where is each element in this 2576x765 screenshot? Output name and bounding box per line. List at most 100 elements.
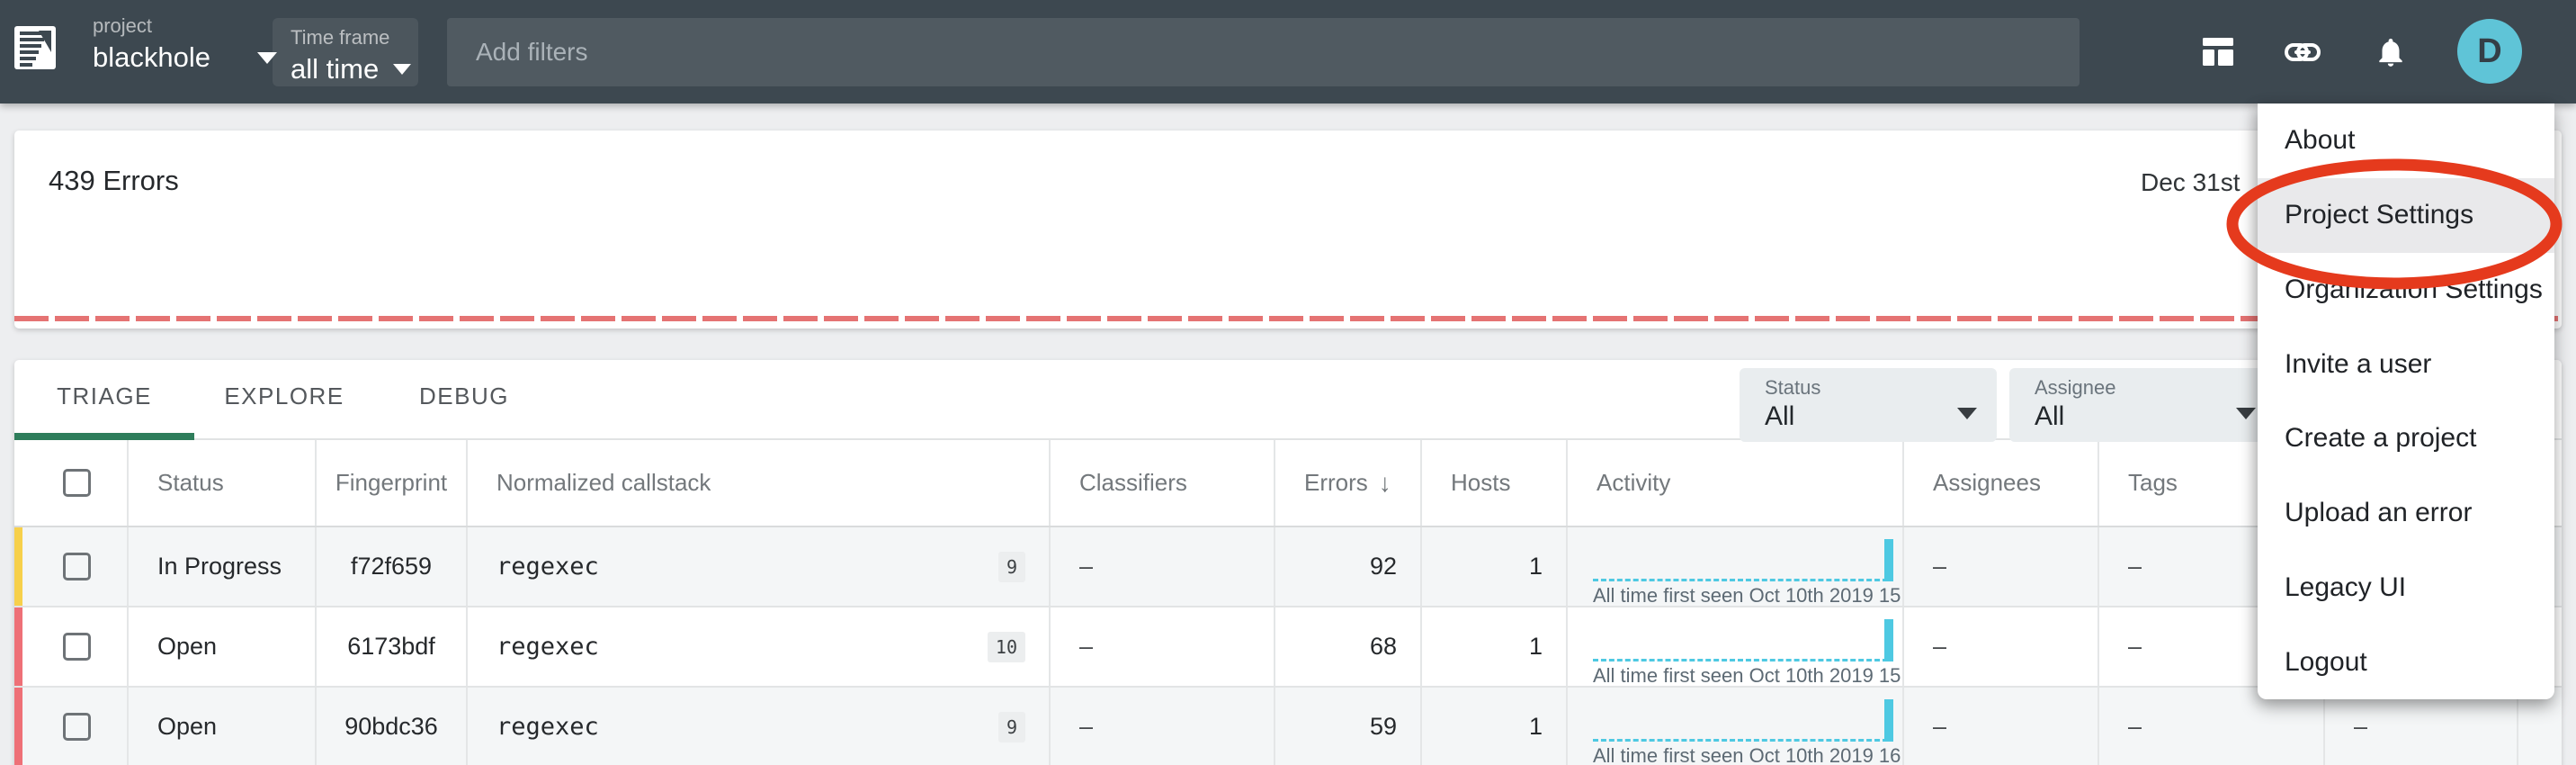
classifiers-cell: – (1051, 608, 1275, 686)
top-app-bar: project blackhole Time frame all time (0, 0, 2576, 104)
avatar-initial: D (2477, 32, 2501, 71)
fingerprint-cell[interactable]: 6173bdf (317, 608, 468, 686)
tab-explore[interactable]: EXPLORE (194, 360, 374, 433)
frames-count-badge: 9 (998, 552, 1025, 582)
activity-sparkline (1593, 739, 1888, 742)
notifications-button[interactable] (2374, 33, 2408, 76)
activity-cell: All time first seen Oct 10th 2019 16:08 (1568, 688, 1904, 765)
first-seen-caption: All time first seen Oct 10th 2019 16:08 (1593, 744, 1904, 765)
tab-triage[interactable]: TRIAGE (14, 360, 194, 433)
add-filters-input[interactable] (447, 18, 2080, 86)
assignees-cell: – (1904, 688, 2099, 765)
status-cell: Open (129, 688, 317, 765)
errors-timeline-chart (14, 314, 2562, 323)
header-checkbox-cell (14, 440, 129, 526)
status-color-stripe (14, 688, 22, 765)
account-menu: About Project Settings Organization Sett… (2258, 104, 2554, 699)
row-checkbox[interactable] (63, 713, 91, 741)
column-header-assignees[interactable]: Assignees (1904, 440, 2099, 526)
sort-descending-icon: ↓ (1379, 469, 1391, 498)
user-avatar[interactable]: D (2457, 19, 2522, 84)
callstack-cell[interactable]: regexec 9 (468, 527, 1051, 606)
select-all-checkbox[interactable] (63, 469, 91, 497)
status-color-stripe (14, 608, 22, 686)
column-header-hosts[interactable]: Hosts (1422, 440, 1568, 526)
activity-spike-bar (1884, 539, 1893, 581)
status-filter-value: All (1765, 401, 1794, 432)
menu-item-organization-settings[interactable]: Organization Settings (2258, 253, 2554, 328)
bell-icon (2374, 33, 2408, 71)
triage-card: TRIAGE EXPLORE DEBUG Status All Assignee… (14, 360, 2562, 765)
menu-item-upload-an-error[interactable]: Upload an error (2258, 476, 2554, 551)
row-select-cell (14, 527, 129, 606)
status-filter-label: Status (1765, 376, 1820, 400)
assignee-filter-value: All (2035, 401, 2064, 432)
menu-item-create-a-project[interactable]: Create a project (2258, 401, 2554, 476)
row-checkbox[interactable] (63, 633, 91, 661)
callstack-function: regexec (468, 633, 599, 661)
assignee-filter-dropdown[interactable]: Assignee All (2009, 368, 2276, 442)
hosts-count-cell: 1 (1422, 608, 1568, 686)
menu-item-logout[interactable]: Logout (2258, 625, 2554, 699)
first-seen-caption: All time first seen Oct 10th 2019 15:22 (1593, 584, 1904, 606)
table-row[interactable]: Open 6173bdf regexec 10 – 68 1 All time … (14, 608, 2562, 688)
fingerprint-cell[interactable]: 90bdc36 (317, 688, 468, 765)
callstack-cell[interactable]: regexec 9 (468, 688, 1051, 765)
column-header-callstack[interactable]: Normalized callstack (468, 440, 1051, 526)
errors-count-cell: 92 (1275, 527, 1422, 606)
status-cell: In Progress (129, 527, 317, 606)
project-label: project (93, 14, 277, 38)
table-row[interactable]: Open 90bdc36 regexec 9 – 59 1 All time f… (14, 688, 2562, 765)
app-root: project blackhole Time frame all time (0, 0, 2576, 765)
active-tab-indicator (14, 433, 194, 440)
dashboard-layout-icon (2203, 38, 2233, 66)
errors-count-cell: 59 (1275, 688, 1422, 765)
dashboard-layout-button[interactable] (2203, 38, 2233, 70)
errors-summary-card: 439 Errors Dec 31st (14, 130, 2562, 328)
chevron-down-icon (393, 64, 411, 75)
frames-count-badge: 10 (988, 632, 1025, 662)
assignees-cell: – (1904, 608, 2099, 686)
menu-item-invite-a-user[interactable]: Invite a user (2258, 327, 2554, 401)
callstack-cell[interactable]: regexec 10 (468, 608, 1051, 686)
menu-item-about[interactable]: About (2258, 104, 2554, 178)
copy-link-button[interactable] (2284, 41, 2321, 68)
column-header-classifiers[interactable]: Classifiers (1051, 440, 1275, 526)
classifiers-cell: – (1051, 527, 1275, 606)
activity-cell: All time first seen Oct 10th 2019 15:55 (1568, 608, 1904, 686)
column-header-errors[interactable]: Errors ↓ (1275, 440, 1422, 526)
hosts-count-cell: 1 (1422, 688, 1568, 765)
tab-debug[interactable]: DEBUG (374, 360, 554, 433)
status-color-stripe (14, 527, 22, 606)
activity-spike-bar (1884, 619, 1893, 662)
chart-end-date: Dec 31st (2141, 168, 2241, 197)
hosts-count-cell: 1 (1422, 527, 1568, 606)
status-cell: Open (129, 608, 317, 686)
status-filter-dropdown[interactable]: Status All (1740, 368, 1997, 442)
table-header: Status Fingerprint Normalized callstack … (14, 440, 2562, 527)
errors-header-label: Errors (1304, 469, 1368, 497)
chevron-down-icon (2236, 408, 2256, 419)
assignee-filter-label: Assignee (2035, 376, 2116, 400)
fingerprint-cell[interactable]: f72f659 (317, 527, 468, 606)
activity-sparkline (1593, 579, 1888, 581)
timeframe-value: all time (291, 53, 379, 86)
project-selector[interactable]: project blackhole (93, 14, 277, 74)
filters-bar (447, 18, 2080, 86)
errors-count: 439 Errors (49, 165, 179, 197)
activity-sparkline (1593, 659, 1888, 662)
menu-item-legacy-ui[interactable]: Legacy UI (2258, 551, 2554, 626)
backtrace-logo-icon (14, 26, 56, 69)
column-header-status[interactable]: Status (129, 440, 317, 526)
assignees-cell: – (1904, 527, 2099, 606)
timeframe-selector[interactable]: Time frame all time (273, 18, 418, 86)
column-header-activity[interactable]: Activity (1568, 440, 1904, 526)
row-select-cell (14, 608, 129, 686)
link-icon (2284, 41, 2321, 63)
classifiers-cell: – (1051, 688, 1275, 765)
menu-item-project-settings[interactable]: Project Settings (2258, 178, 2554, 253)
column-header-fingerprint[interactable]: Fingerprint (317, 440, 468, 526)
row-checkbox[interactable] (63, 553, 91, 580)
callstack-function: regexec (468, 553, 599, 580)
table-row[interactable]: In Progress f72f659 regexec 9 – 92 1 All… (14, 527, 2562, 608)
